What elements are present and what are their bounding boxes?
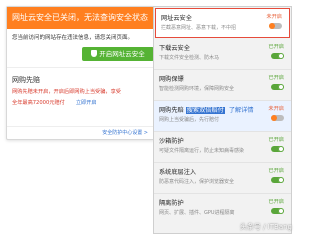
- status-label: 已开启: [268, 199, 284, 205]
- toggle-knob: [278, 53, 284, 59]
- enable-now-link[interactable]: 立即开启: [76, 100, 97, 106]
- setting-shopping-compensation[interactable]: 网购先赔 搜索双倍赔付 了解详情 网购上当受骗后，先行赔付 未开启: [154, 101, 291, 132]
- setting-shopping-guard[interactable]: 网购保镖 智能检测网购环境，保障网购安全 已开启: [154, 70, 291, 101]
- setting-desc: 智能检测网购环境，保障网购安全: [159, 86, 235, 92]
- setting-desc: 可疑文件隔离运行，防止未知病毒感染: [159, 148, 245, 154]
- setting-title: 网购先赔: [159, 107, 184, 114]
- setting-isolation-protection[interactable]: 隔离防护 网页、扩展、插件、GPU进程隔离 已开启: [154, 194, 291, 224]
- toggle-knob: [278, 177, 284, 183]
- download-cloud-security-toggle[interactable]: [271, 53, 284, 59]
- sandbox-protection-toggle[interactable]: [271, 146, 284, 152]
- url-cloud-security-toggle[interactable]: [269, 23, 282, 29]
- setting-title: 网址云安全: [161, 15, 192, 22]
- status-label: 已开启: [268, 44, 284, 50]
- setting-url-cloud-security[interactable]: 网址云安全 拦截恶意网址、恶意下载，不中招 未开启: [155, 8, 290, 38]
- shield-icon: [91, 50, 98, 57]
- status-label: 未开启: [266, 14, 282, 20]
- status-label: 已开启: [268, 168, 284, 174]
- setting-desc: 下载文件安全检测、防木马: [159, 55, 220, 61]
- setting-desc: 网购上当受骗后，先行赔付: [159, 117, 220, 123]
- shopping-guard-toggle[interactable]: [271, 84, 284, 90]
- security-settings-panel: 网址云安全 拦截恶意网址、恶意下载，不中招 未开启 下载云安全 下载文件安全检测…: [153, 6, 292, 234]
- setting-title: 沙箱防护: [159, 138, 184, 145]
- popup-warning-line2-row: 全年最高72000元赔付 立即开启: [12, 99, 149, 107]
- setting-title: 系统底层注入: [159, 169, 197, 176]
- popup-warning-line2: 全年最高72000元赔付: [12, 100, 65, 106]
- setting-download-cloud-security[interactable]: 下载云安全 下载文件安全检测、防木马 已开启: [154, 39, 291, 70]
- popup-subtitle: 网购先赔: [12, 76, 40, 84]
- popup-header-title: 网址云安全已关闭，无法查询安全状态: [7, 7, 154, 29]
- status-label: 已开启: [268, 137, 284, 143]
- security-warning-popup: 网址云安全已关闭，无法查询安全状态 您当前访问的网站存在违法信息，请您关闭页面。…: [6, 6, 155, 140]
- learn-more-link[interactable]: 了解详情: [229, 107, 254, 114]
- double-compensation-tag: 搜索双倍赔付: [185, 107, 225, 114]
- setting-title: 隔离防护: [159, 200, 184, 207]
- popup-message: 您当前访问的网站存在违法信息，请您关闭页面。: [12, 35, 134, 41]
- setting-title: 网购保镖: [159, 76, 184, 83]
- open-url-cloud-security-button[interactable]: 开启网址云安全: [82, 47, 154, 61]
- watermark: 头条号 / ITBang: [239, 223, 292, 231]
- setting-desc: 防恶意代码注入，保护浏览器安全: [159, 179, 235, 185]
- setting-desc: 拦截恶意网址、恶意下载，不中招: [161, 25, 237, 31]
- toggle-knob: [271, 115, 277, 121]
- setting-title: 下载云安全: [159, 45, 190, 52]
- open-button-label: 开启网址云安全: [99, 50, 145, 58]
- security-center-settings-link[interactable]: 安全防护中心设置 >: [7, 126, 154, 139]
- toggle-knob: [278, 84, 284, 90]
- isolation-protection-toggle[interactable]: [271, 208, 284, 214]
- status-label: 未开启: [268, 106, 284, 112]
- shopping-compensation-toggle[interactable]: [271, 115, 284, 121]
- setting-title-row: 网购先赔 搜索双倍赔付 了解详情: [159, 105, 254, 114]
- popup-divider: [7, 67, 154, 68]
- popup-warning-line1: 网购先赔未开启，开启后即网购上当受骗，享受: [12, 89, 121, 95]
- setting-sandbox-protection[interactable]: 沙箱防护 可疑文件隔离运行，防止未知病毒感染 已开启: [154, 132, 291, 163]
- system-injection-toggle[interactable]: [271, 177, 284, 183]
- toggle-knob: [269, 23, 275, 29]
- toggle-knob: [278, 208, 284, 214]
- setting-system-injection-protection[interactable]: 系统底层注入 防恶意代码注入，保护浏览器安全 已开启: [154, 163, 291, 194]
- toggle-knob: [278, 146, 284, 152]
- popup-body: 您当前访问的网站存在违法信息，请您关闭页面。 开启网址云安全 网购先赔 网购先赔…: [7, 29, 154, 107]
- status-label: 已开启: [268, 75, 284, 81]
- setting-desc: 网页、扩展、插件、GPU进程隔离: [159, 210, 235, 216]
